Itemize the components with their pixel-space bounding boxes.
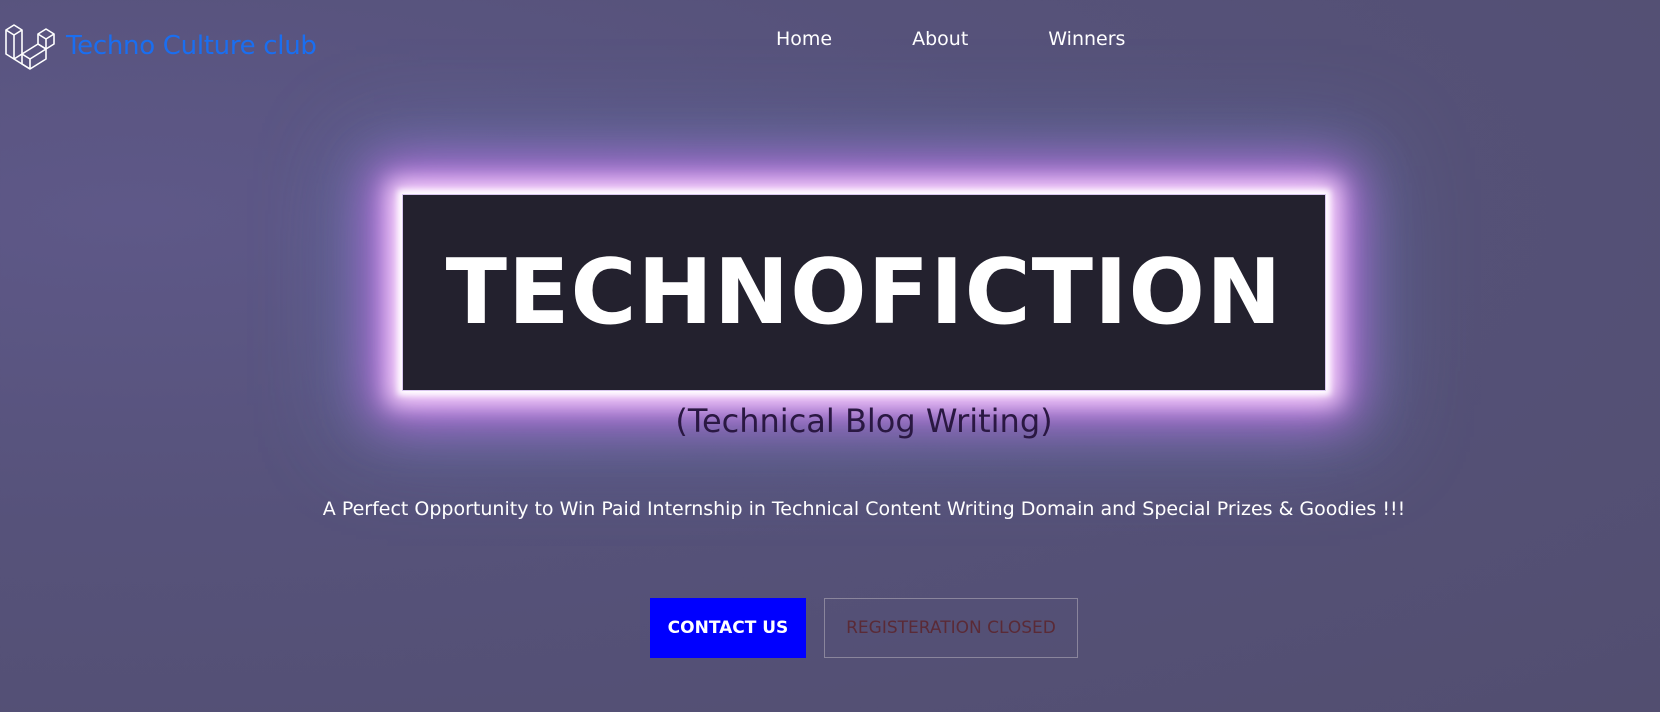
- laravel-cubes-icon: [5, 24, 55, 70]
- nav-home-link[interactable]: Home: [776, 28, 832, 50]
- hero-tagline: A Perfect Opportunity to Win Paid Intern…: [322, 498, 1406, 520]
- nav-winners-link[interactable]: Winners: [1048, 28, 1125, 50]
- hero-title: TECHNOFICTION: [445, 239, 1283, 345]
- registration-closed-button[interactable]: REGISTERATION CLOSED: [824, 598, 1078, 658]
- brand-name[interactable]: Techno Culture club: [66, 31, 317, 61]
- hero-banner: TECHNOFICTION: [402, 194, 1326, 391]
- contact-us-button[interactable]: CONTACT US: [650, 598, 806, 658]
- nav-about-link[interactable]: About: [912, 28, 968, 50]
- main-nav: Home About Winners: [776, 28, 1125, 50]
- hero-subtitle: (Technical Blog Writing): [675, 402, 1053, 440]
- brand[interactable]: Techno Culture club: [3, 20, 317, 72]
